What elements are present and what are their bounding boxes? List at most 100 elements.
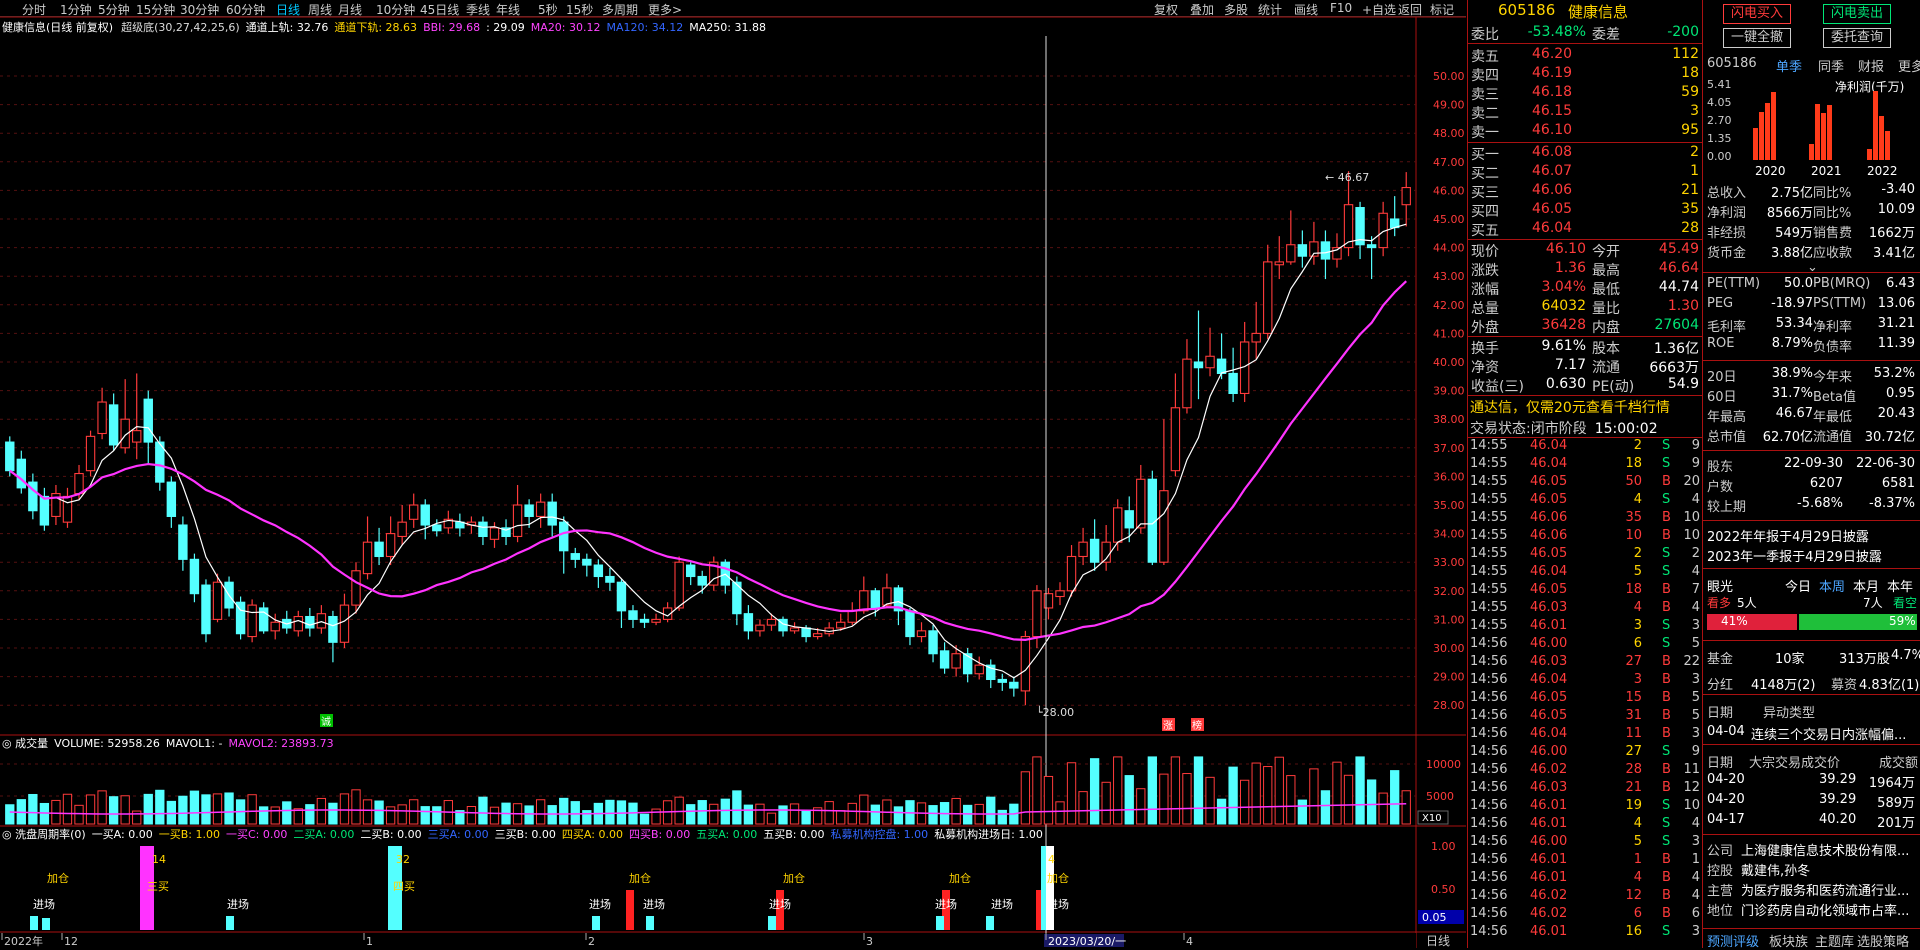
eye-count2: 7人: [1863, 596, 1883, 610]
volume-bar: [201, 794, 211, 825]
volume-bar: [489, 806, 500, 825]
signal-label-9: 进场: [769, 897, 791, 911]
volume-bar: [1355, 756, 1365, 825]
trade-button-0[interactable]: 闪电买入: [1723, 4, 1791, 24]
eye-tab-0[interactable]: 今日: [1785, 576, 1811, 595]
tick-row: 14:55 46.05 50 B 20: [1470, 474, 1700, 489]
holder-b: 6581: [1881, 476, 1915, 491]
volume-bar: [870, 804, 880, 825]
volume-bar: [928, 805, 938, 825]
candle-body: [1032, 590, 1042, 638]
bottom-tab-2[interactable]: 主题库: [1815, 931, 1854, 950]
kline-chart-area[interactable]: 50.00 49.00 48.00 47.00 46.00 45.00 44.00 43.00…: [0, 0, 1466, 948]
profit-bar: [1753, 128, 1758, 160]
candle-body: [1009, 681, 1019, 689]
stock-name: 健康信息: [1568, 3, 1629, 21]
stat2-row-0: 换手 9.61% 股本 1.36亿: [1471, 338, 1699, 357]
signal-label-0: 加仓: [47, 871, 69, 885]
candle-body: [247, 604, 257, 638]
volume-bar: [1159, 773, 1169, 825]
fin-label2: 同比%: [1813, 186, 1852, 201]
candle-body: [570, 553, 580, 560]
trade-button-3[interactable]: 委托查询: [1823, 28, 1891, 48]
ask-row-4[interactable]: 卖一 46.10 95: [1468, 122, 1702, 141]
fin-tab-2[interactable]: 财报: [1858, 56, 1884, 75]
candle-body: [789, 627, 800, 632]
tick-row: 14:55 46.03 4 B 4: [1470, 600, 1700, 615]
signal-bar: [592, 916, 600, 930]
volume-bar: [62, 793, 73, 825]
ask-row-3[interactable]: 卖二 46.15 3: [1468, 103, 1702, 122]
candle-body: [305, 615, 315, 629]
tick-row: 14:56 46.05 15 B 5: [1470, 690, 1700, 705]
bottom-tab-1[interactable]: 板块族: [1769, 931, 1808, 950]
profit-bar: [1867, 149, 1872, 160]
ad-banner[interactable]: 通达信，仅需20元查看千档行情: [1470, 397, 1670, 417]
volume-bar: [524, 805, 534, 825]
fin-label: 非经损: [1707, 226, 1747, 241]
volume-bar: [1366, 779, 1377, 825]
signal-label-3: 进场: [227, 897, 249, 911]
bid-row-0[interactable]: 买一 46.08 2: [1468, 144, 1702, 163]
perf-value2: 53.2%: [1873, 366, 1915, 381]
fund-c: 4.7%: [1891, 648, 1920, 663]
volume-bar: [1286, 775, 1296, 825]
trade-button-2[interactable]: 一键全撤: [1723, 28, 1791, 48]
candle-body: [859, 590, 869, 612]
profit-bar: [1809, 144, 1814, 160]
eye-tab-2[interactable]: 本月: [1853, 576, 1879, 595]
stat-row-4: 外盘 36428 内盘 27604: [1471, 317, 1699, 336]
volume-bar: [420, 806, 430, 825]
price-tick: 50.00: [1433, 70, 1465, 83]
company-value: 上海健康信息技术股份有限...: [1741, 844, 1910, 859]
dividend-a: 4148万(2): [1751, 678, 1816, 693]
candle-body: [1274, 261, 1284, 266]
price-tick: 46.00: [1433, 184, 1465, 197]
bid-row-2[interactable]: 买三 46.06 21: [1468, 182, 1702, 201]
volume-bar: [801, 810, 811, 825]
fin-tab-1[interactable]: 同季: [1818, 56, 1844, 75]
candle-body: [316, 613, 327, 629]
price-tick: 37.00: [1433, 442, 1465, 455]
trade-button-1[interactable]: 闪电卖出: [1823, 4, 1891, 24]
ask-row-0[interactable]: 卖五 46.20 112: [1468, 46, 1702, 65]
volume-legend: ◎ 成交量 VOLUME: 52958.26 MAVOL1: - MAVOL2: 23…: [2, 736, 334, 750]
legend-item-0: 通道上轨: 32.76: [246, 20, 329, 34]
bottom-tab-0[interactable]: 预测评级: [1707, 931, 1759, 950]
volume-bar: [951, 797, 961, 825]
candle-body: [616, 581, 627, 612]
volume-bar: [1043, 775, 1054, 825]
volume-bar: [1390, 770, 1400, 825]
eye-tab-3[interactable]: 本年: [1887, 576, 1913, 595]
candle-body: [1055, 590, 1065, 598]
stat-row-0: 现价 46.10 今开 45.49: [1471, 241, 1699, 260]
profit-x-tick: 2022: [1867, 164, 1898, 178]
candle-body: [351, 570, 361, 606]
tick-row: 14:55 46.01 3 S 3: [1470, 618, 1700, 633]
candle-body: [593, 564, 604, 578]
eye-tab-1[interactable]: 本周: [1819, 576, 1845, 595]
volume-bar: [189, 790, 200, 825]
block-price: 39.29: [1819, 772, 1857, 787]
bottom-tab-3[interactable]: 选股策略: [1857, 931, 1909, 950]
signal-legend: ◎ 洗盘周期率(0) 一买A: 0.00 一买B: 1.00 一买C: 0.00 二买A…: [2, 827, 1043, 841]
fin-tab-0[interactable]: 单季: [1776, 56, 1802, 75]
signal-label-14: 进场: [1047, 897, 1069, 911]
volume-bar: [108, 796, 119, 825]
candle-body: [339, 604, 350, 643]
volume-bar: [120, 795, 130, 825]
perf-label: 总市值: [1707, 430, 1747, 445]
fund-b: 313万股: [1839, 652, 1890, 667]
fin-tab-3[interactable]: 更多>: [1898, 56, 1920, 75]
bid-row-1[interactable]: 买二 46.07 1: [1468, 163, 1702, 182]
ask-row-2[interactable]: 卖三 46.18 59: [1468, 84, 1702, 103]
bid-row-4[interactable]: 买五 46.04 28: [1468, 220, 1702, 239]
legend-item-3: : 29.09: [486, 21, 525, 34]
bid-row-3[interactable]: 买四 46.05 35: [1468, 201, 1702, 220]
candle-body: [535, 501, 546, 517]
profit-y-tick: 1.35: [1707, 132, 1732, 145]
candle-body: [85, 435, 96, 472]
ask-row-1[interactable]: 卖四 46.19 18: [1468, 65, 1702, 84]
holder-b: -8.37%: [1869, 496, 1915, 511]
signal-label-8: 加仓: [783, 871, 805, 885]
